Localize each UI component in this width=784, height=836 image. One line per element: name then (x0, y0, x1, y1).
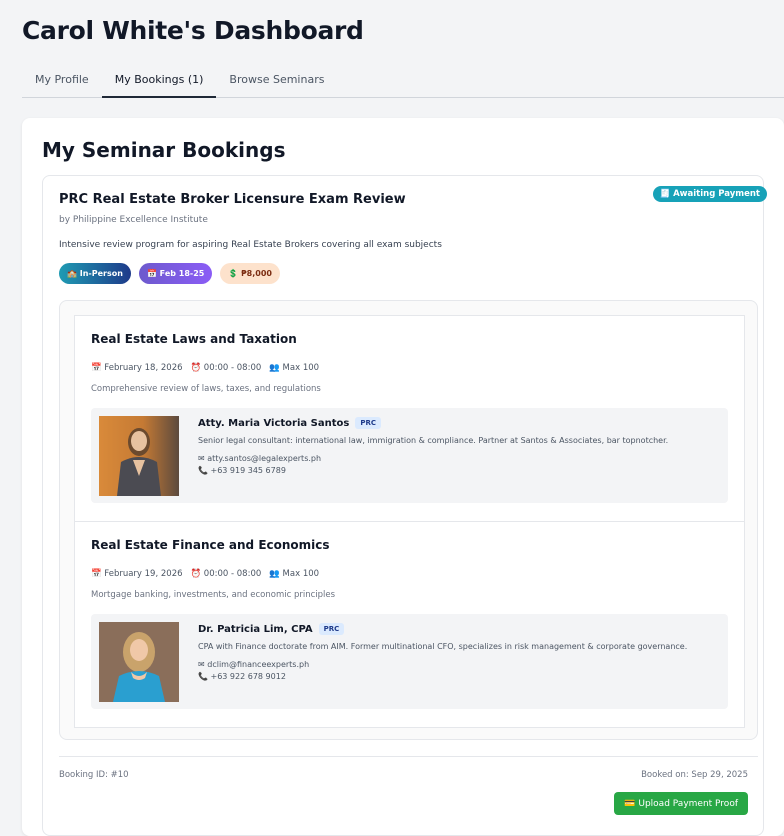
prc-badge: PRC (318, 623, 345, 635)
speaker-bio: Senior legal consultant: international l… (198, 436, 669, 445)
speaker-email: ✉ atty.santos@legalexperts.ph (198, 454, 322, 463)
session-date: 📅 February 19, 2026 (91, 569, 183, 579)
speaker-phone: 📞 +63 922 678 9012 (198, 672, 286, 681)
speaker-name: Dr. Patricia Lim, CPA PRC (198, 623, 345, 635)
seminar-organizer: by Philippine Excellence Institute (59, 215, 208, 225)
speaker-photo (99, 622, 179, 702)
seminar-description: Intensive review program for aspiring Re… (59, 240, 442, 250)
upload-payment-proof-button[interactable]: 💳 Upload Payment Proof (614, 792, 748, 815)
section-title: My Seminar Bookings (42, 138, 286, 162)
booked-on-date: Booked on: Sep 29, 2025 (641, 770, 748, 780)
tab-browse-seminars[interactable]: Browse Seminars (216, 64, 337, 98)
divider (59, 756, 758, 757)
seminar-title: PRC Real Estate Broker Licensure Exam Re… (59, 192, 406, 207)
session-title: Real Estate Laws and Taxation (91, 332, 297, 346)
session-card: Real Estate Finance and Economics 📅 Febr… (74, 521, 745, 728)
bookings-panel: My Seminar Bookings 🧾 Awaiting Payment P… (22, 118, 784, 836)
speaker-email: ✉ dclim@financeexperts.ph (198, 660, 310, 669)
seminar-tags: 🏫 In-Person 📅 Feb 18-25 💲 ₱8,000 (59, 263, 280, 284)
tab-my-profile[interactable]: My Profile (22, 64, 102, 98)
tab-my-bookings[interactable]: My Bookings (1) (101, 64, 217, 98)
speaker-phone: 📞 +63 919 345 6789 (198, 466, 286, 475)
speaker-card: Atty. Maria Victoria Santos PRC Senior le… (91, 408, 728, 503)
session-description: Mortgage banking, investments, and econo… (91, 590, 336, 600)
prc-badge: PRC (355, 417, 381, 429)
speaker-photo (99, 416, 179, 496)
session-time: ⏰ 00:00 - 08:00 (190, 569, 262, 579)
page-title: Carol White's Dashboard (22, 16, 364, 45)
sessions-container: Real Estate Laws and Taxation 📅 February… (59, 300, 758, 740)
session-card: Real Estate Laws and Taxation 📅 February… (74, 315, 745, 522)
speaker-card: Dr. Patricia Lim, CPA PRC CPA with Financ… (91, 614, 728, 709)
mode-badge: 🏫 In-Person (59, 263, 131, 284)
speaker-bio: CPA with Finance doctorate from AIM. For… (198, 642, 688, 651)
status-badge: 🧾 Awaiting Payment (652, 186, 767, 202)
session-meta: 📅 February 18, 2026 ⏰ 00:00 - 08:00 👥 Ma… (91, 363, 319, 373)
speaker-name: Atty. Maria Victoria Santos PRC (198, 417, 381, 429)
booking-card: 🧾 Awaiting Payment PRC Real Estate Broke… (42, 175, 767, 836)
price-badge: 💲 ₱8,000 (220, 263, 280, 284)
session-time: ⏰ 00:00 - 08:00 (190, 363, 262, 373)
date-range-badge: 📅 Feb 18-25 (138, 263, 213, 284)
session-capacity: 👥 Max 100 (269, 569, 320, 579)
booking-id: Booking ID: #10 (59, 770, 129, 780)
session-meta: 📅 February 19, 2026 ⏰ 00:00 - 08:00 👥 Ma… (91, 569, 319, 579)
tab-bar: My Profile My Bookings (1) Browse Semina… (22, 64, 784, 98)
session-description: Comprehensive review of laws, taxes, and… (91, 384, 321, 394)
session-capacity: 👥 Max 100 (269, 363, 320, 373)
session-date: 📅 February 18, 2026 (91, 363, 183, 373)
session-title: Real Estate Finance and Economics (91, 538, 330, 552)
